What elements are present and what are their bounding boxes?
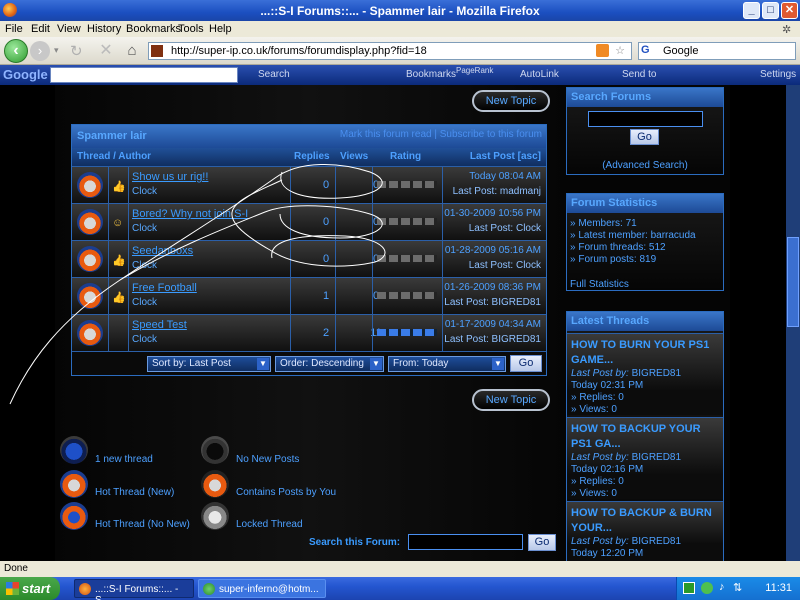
tray-clock: 11:31: [765, 582, 792, 594]
latest-thread-item: HOW TO BACKUP & BURN YOUR... Last Post b…: [567, 501, 723, 562]
latest-thread-item: HOW TO BACKUP YOUR PS1 GA... Last Post b…: [567, 417, 723, 499]
search-forum-go-button[interactable]: Go: [528, 534, 556, 551]
scrollbar-thumb[interactable]: [787, 237, 799, 327]
latest-thread-replies: » Replies: 0: [571, 476, 624, 487]
tray-messenger-icon[interactable]: [701, 582, 713, 594]
last-post-by-label: Last Post by:: [571, 536, 629, 547]
panel-title: Latest Threads: [567, 312, 723, 331]
legend-label: Locked Thread: [236, 519, 303, 530]
task-label: super-inferno@hotm...: [219, 584, 319, 595]
tray-speaker-icon[interactable]: ♪: [719, 581, 725, 593]
advanced-search-link[interactable]: (Advanced Search): [567, 160, 723, 171]
system-tray: ♪ ⇅ 11:31: [676, 577, 800, 600]
search-forums-panel: Search Forums Go (Advanced Search): [566, 87, 724, 175]
search-forum-label: Search this Forum:: [309, 537, 401, 548]
stat-members: » Members: 71: [570, 218, 637, 229]
panel-title: Forum Statistics: [567, 194, 723, 213]
tray-network-icon[interactable]: ⇅: [733, 581, 742, 594]
last-post-time: Today 02:31 PM: [571, 380, 644, 391]
latest-thread-item: HOW TO BURN YOUR PS1 GAME... Last Post b…: [567, 333, 723, 415]
latest-thread-title[interactable]: HOW TO BACKUP & BURN YOUR...: [571, 506, 721, 536]
tray-app-icon[interactable]: [683, 582, 695, 594]
last-post-author[interactable]: BIGRED81: [632, 452, 681, 463]
taskbar-firefox-window[interactable]: ...::S-I Forums::... - S...: [74, 579, 194, 600]
windows-taskbar: start ...::S-I Forums::... - S... super-…: [0, 577, 800, 600]
latest-thread-views: » Views: 0: [571, 404, 617, 415]
messenger-icon: [203, 583, 215, 595]
last-post-by-label: Last Post by:: [571, 452, 629, 463]
latest-thread-title[interactable]: HOW TO BACKUP YOUR PS1 GA...: [571, 422, 721, 452]
start-button[interactable]: start: [0, 577, 60, 600]
firefox-icon: [79, 583, 91, 595]
sidebar-search-go-button[interactable]: Go: [630, 129, 659, 145]
contains-posts-icon: [201, 470, 229, 498]
search-forum-input[interactable]: [408, 534, 523, 550]
task-label: ...::S-I Forums::... - S...: [95, 584, 179, 600]
sidebar-search-input[interactable]: [588, 111, 703, 127]
forum-statistics-panel: Forum Statistics » Members: 71 » Latest …: [566, 193, 724, 291]
new-thread-icon: [60, 436, 88, 464]
status-text: Done: [4, 563, 28, 574]
no-new-posts-icon: [201, 436, 229, 464]
stat-latest-member[interactable]: » Latest member: barracuda: [570, 230, 696, 241]
last-post-by-label: Last Post by:: [571, 368, 629, 379]
last-post-author[interactable]: BIGRED81: [632, 536, 681, 547]
windows-logo-icon: [6, 582, 19, 595]
latest-thread-title[interactable]: HOW TO BURN YOUR PS1 GAME...: [571, 338, 721, 368]
last-post-time: Today 02:16 PM: [571, 464, 644, 475]
taskbar-messenger-window[interactable]: super-inferno@hotm...: [198, 579, 326, 598]
legend-label: Contains Posts by You: [236, 487, 337, 498]
latest-threads-panel: Latest Threads HOW TO BURN YOUR PS1 GAME…: [566, 311, 724, 562]
legend-label: No New Posts: [236, 454, 300, 465]
new-topic-button-bottom[interactable]: New Topic: [472, 389, 550, 411]
start-label: start: [22, 581, 51, 596]
hot-thread-new-icon: [60, 470, 88, 498]
locked-thread-icon: [201, 502, 229, 530]
panel-title: Search Forums: [567, 88, 723, 107]
legend-label: Hot Thread (No New): [95, 519, 190, 530]
status-bar: Done: [0, 561, 800, 577]
full-statistics-link[interactable]: Full Statistics: [570, 279, 629, 290]
legend-label: Hot Thread (New): [95, 487, 175, 498]
last-post-author[interactable]: BIGRED81: [632, 368, 681, 379]
latest-thread-views: » Views: 0: [571, 488, 617, 499]
stat-threads: » Forum threads: 512: [570, 242, 666, 253]
hot-thread-no-new-icon: [60, 502, 88, 530]
stat-posts: » Forum posts: 819: [570, 254, 657, 265]
last-post-time: Today 12:20 PM: [571, 548, 644, 559]
latest-thread-replies: » Replies: 0: [571, 392, 624, 403]
legend-label: 1 new thread: [95, 454, 153, 465]
